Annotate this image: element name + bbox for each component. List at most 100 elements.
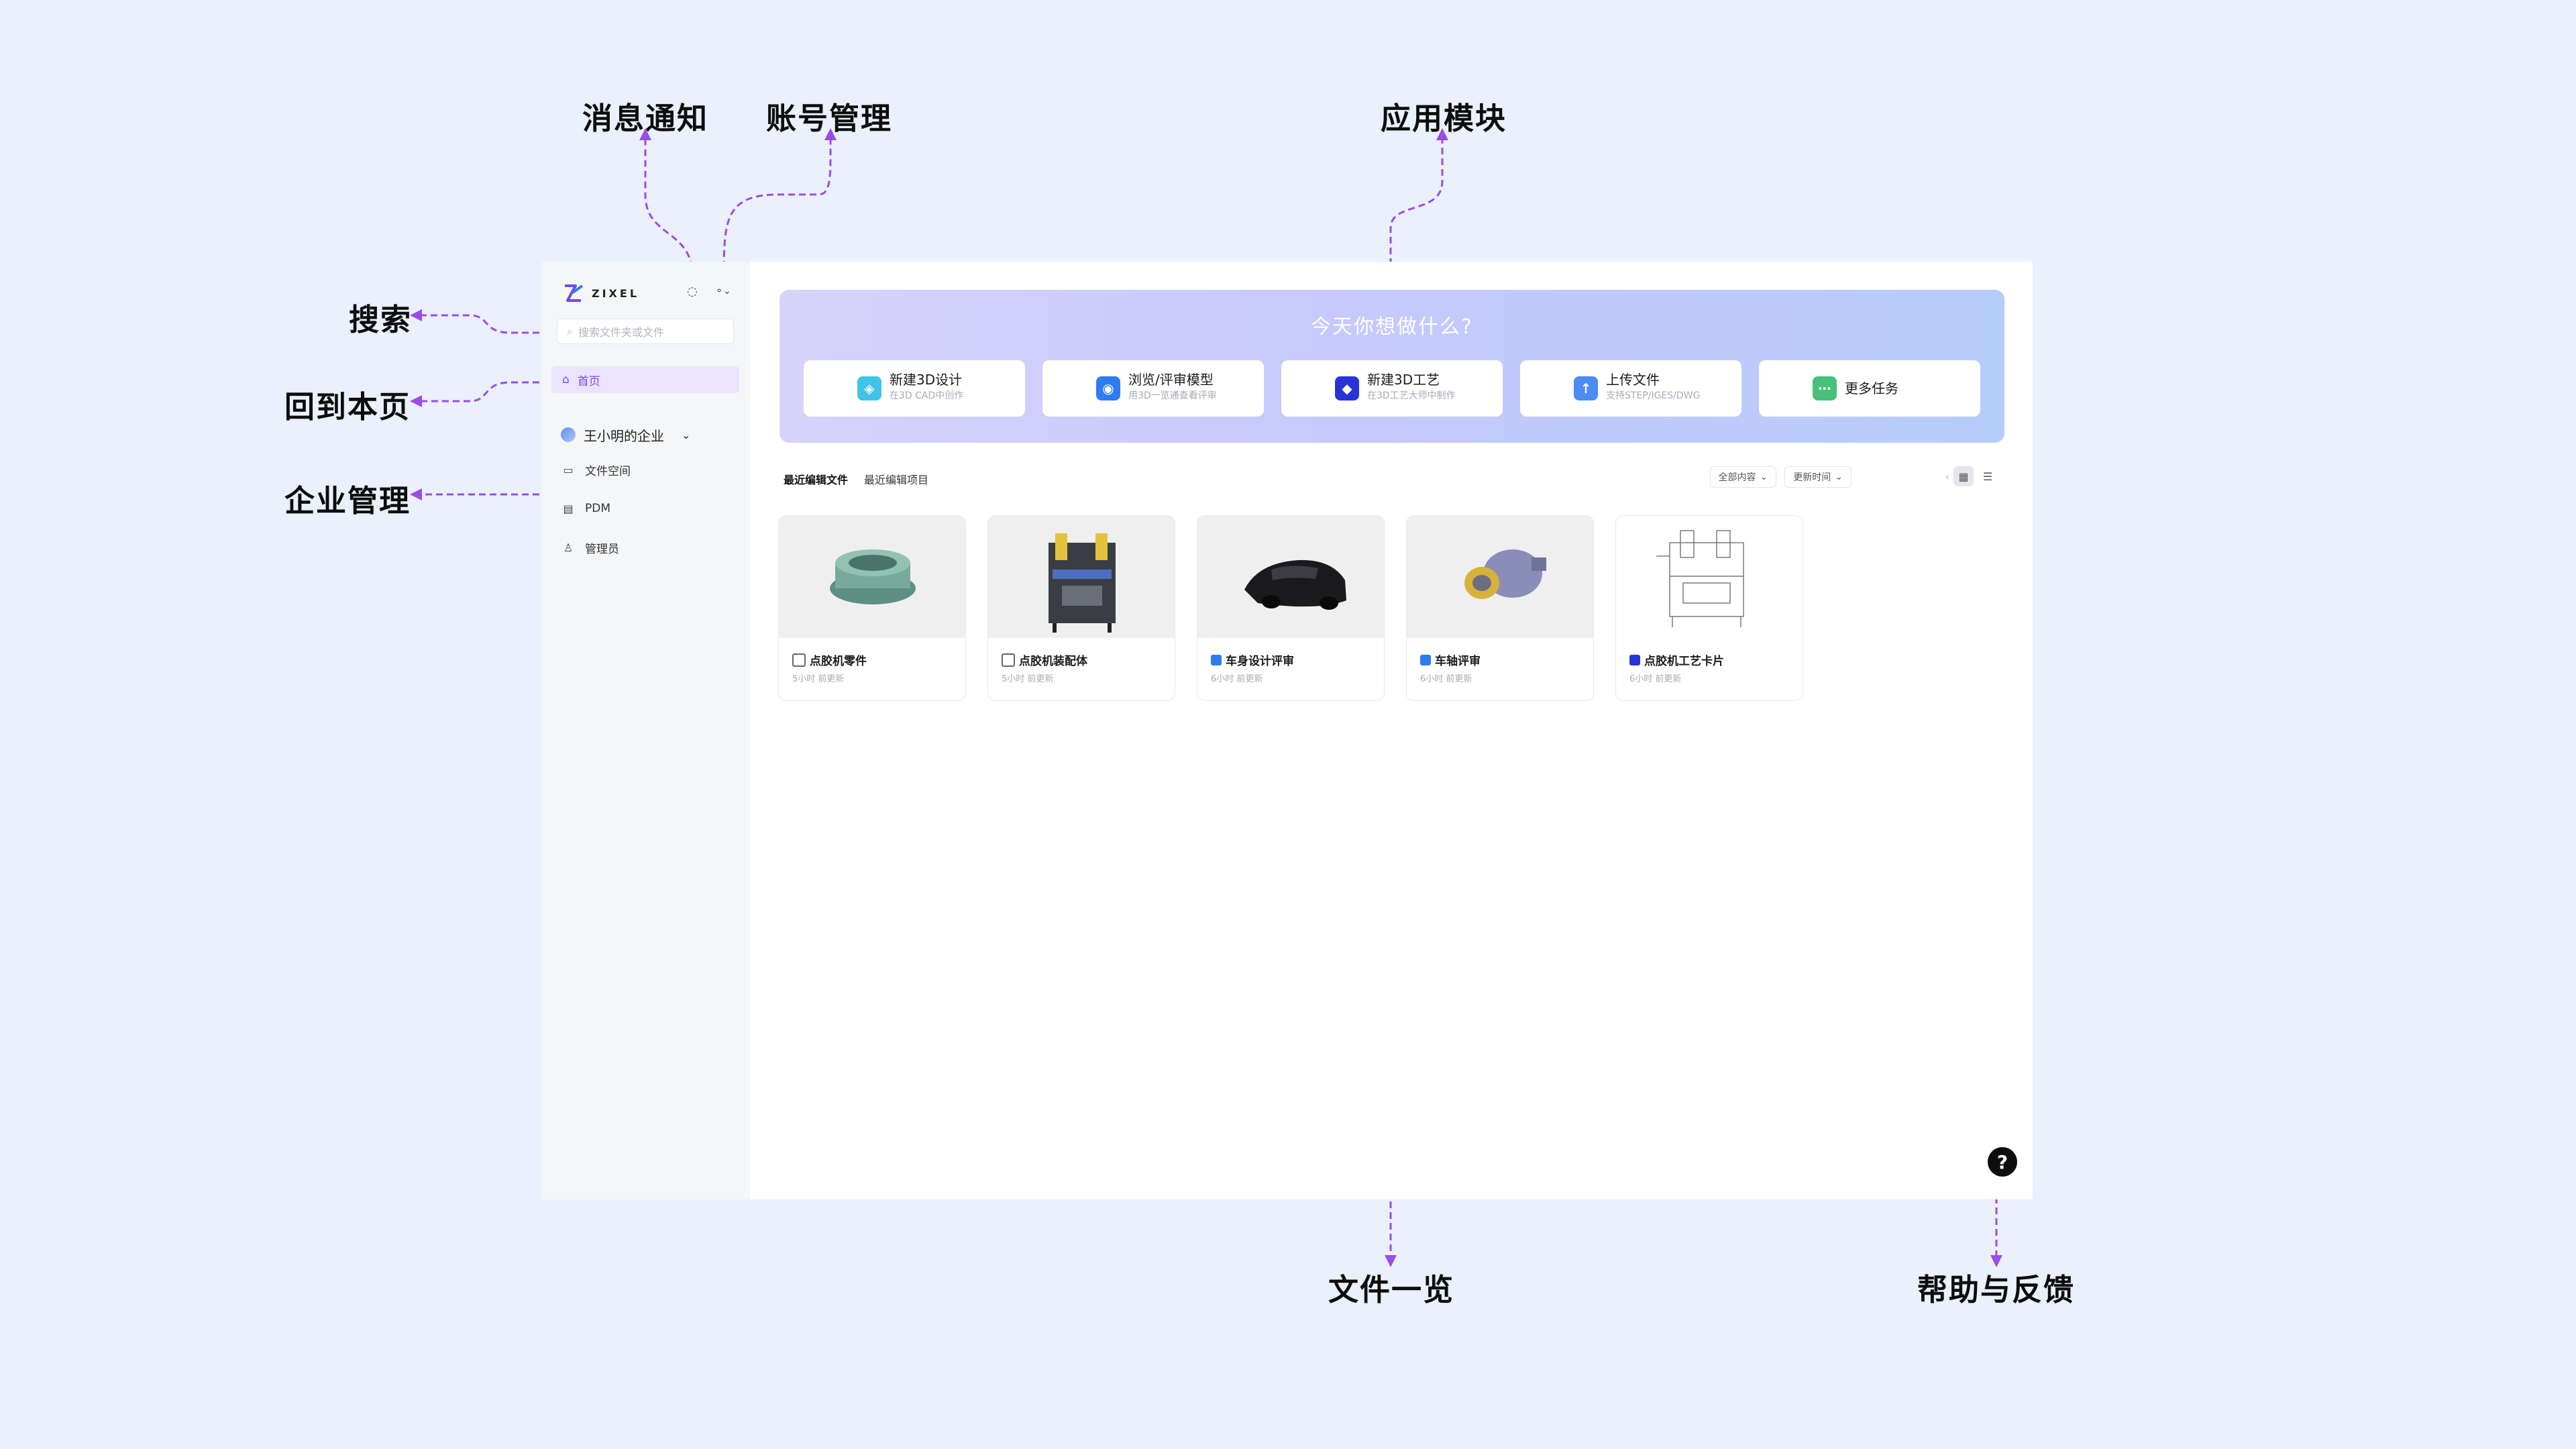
browse-review-card[interactable]: ◉ 浏览/评审模型 用3D一览通查看评审 bbox=[1042, 360, 1264, 417]
process-file-icon bbox=[1629, 654, 1640, 665]
avatar-menu-icon: ⚬⌄ bbox=[715, 286, 731, 297]
account-button[interactable]: ⚬⌄ bbox=[712, 280, 734, 302]
file-updated: 5小时 前更新 bbox=[792, 674, 845, 684]
card-title: 更多任务 bbox=[1845, 380, 1898, 396]
review-file-icon bbox=[1211, 654, 1222, 665]
time-sort-label: 更新时间 bbox=[1793, 472, 1831, 483]
document-icon: ▤ bbox=[563, 502, 574, 515]
card-title: 上传文件 bbox=[1606, 372, 1660, 388]
sidebar-item-admin[interactable]: ♙ 管理员 bbox=[551, 534, 739, 561]
more-tasks-card[interactable]: ⋯ 更多任务 bbox=[1759, 360, 1980, 417]
card-subtitle: 用3D一览通查看评审 bbox=[1128, 390, 1217, 401]
sidebar: ZIXEL ◌ ⚬⌄ ⌕ 搜索文件夹或文件 ⌂ 首页 王小明的企业 ⌄ ▭ 文件… bbox=[542, 262, 750, 1199]
banner-title: 今天你想做什么? bbox=[1311, 315, 1473, 339]
car-body-image bbox=[1244, 559, 1346, 610]
app-window: ZIXEL ◌ ⚬⌄ ⌕ 搜索文件夹或文件 ⌂ 首页 王小明的企业 ⌄ ▭ 文件… bbox=[542, 262, 2033, 1199]
folder-icon: ▭ bbox=[563, 463, 574, 476]
card-subtitle: 在3D工艺大师中制作 bbox=[1367, 390, 1456, 401]
file-thumbnail bbox=[988, 516, 1175, 638]
file-card[interactable]: 点胶机工艺卡片 6小时 前更新 bbox=[1615, 515, 1803, 701]
new-3d-design-card[interactable]: ◈ 新建3D设计 在3D CAD中创作 bbox=[804, 360, 1025, 417]
cube-icon: ◈ bbox=[857, 376, 881, 400]
file-thumbnail bbox=[1616, 516, 1803, 638]
content-filter-label: 全部内容 bbox=[1718, 472, 1756, 483]
process-card-drawing-image bbox=[1656, 530, 1744, 627]
file-thumbnail bbox=[1197, 516, 1384, 638]
sidebar-item-label: PDM bbox=[585, 502, 611, 515]
file-thumbnail bbox=[1407, 516, 1593, 638]
callout-help-feedback: 帮助与反馈 bbox=[1917, 1272, 2076, 1307]
upload-file-card[interactable]: ↑ 上传文件 支持STEP/IGES/DWG bbox=[1520, 360, 1741, 417]
file-updated: 6小时 前更新 bbox=[1211, 674, 1263, 684]
card-title: 新建3D设计 bbox=[890, 372, 963, 388]
sidebar-item-file-space[interactable]: ▭ 文件空间 bbox=[551, 456, 739, 483]
sidebar-item-pdm[interactable]: ▤ PDM bbox=[551, 495, 739, 522]
callout-search: 搜索 bbox=[349, 302, 413, 337]
callout-enterprise: 企业管理 bbox=[284, 483, 411, 519]
dispenser-assembly-image bbox=[1049, 533, 1116, 633]
grid-view-button[interactable]: ▦ bbox=[1953, 466, 1974, 486]
home-icon: ⌂ bbox=[562, 373, 570, 386]
card-title: 新建3D工艺 bbox=[1367, 372, 1440, 388]
callout-app-modules: 应用模块 bbox=[1381, 101, 1507, 136]
content-filter-select[interactable]: 全部内容 ⌄ bbox=[1709, 466, 1777, 488]
file-name: 车身设计评审 bbox=[1226, 655, 1294, 668]
logo[interactable]: ZIXEL bbox=[562, 282, 639, 305]
more-icon: ⋯ bbox=[1813, 376, 1837, 400]
callout-account: 账号管理 bbox=[766, 101, 893, 136]
file-grid: 点胶机零件 5小时 前更新 点胶机装配体 5小时 前更新 车身设计评审 6小时 … bbox=[778, 515, 1803, 701]
file-updated: 6小时 前更新 bbox=[1420, 674, 1472, 684]
file-thumbnail bbox=[779, 516, 965, 638]
callout-notifications: 消息通知 bbox=[582, 101, 709, 136]
view-toggle: ‹ ▦ ☰ bbox=[1945, 466, 1998, 486]
upload-icon: ↑ bbox=[1574, 376, 1598, 400]
list-view-button[interactable]: ☰ bbox=[1978, 466, 1998, 486]
callout-back-home: 回到本页 bbox=[284, 389, 411, 425]
card-subtitle: 支持STEP/IGES/DWG bbox=[1606, 390, 1701, 401]
sidebar-item-label: 文件空间 bbox=[585, 464, 631, 478]
file-card[interactable]: 点胶机装配体 5小时 前更新 bbox=[987, 515, 1175, 701]
file-card[interactable]: 点胶机零件 5小时 前更新 bbox=[778, 515, 966, 701]
recent-tabs: 最近编辑文件 最近编辑项目 bbox=[784, 471, 928, 487]
logo-text: ZIXEL bbox=[592, 286, 640, 300]
file-name: 点胶机零件 bbox=[810, 655, 867, 668]
list-icon: ☰ bbox=[1982, 470, 1993, 483]
file-card[interactable]: 车轴评审 6小时 前更新 bbox=[1406, 515, 1594, 701]
search-input[interactable]: ⌕ 搜索文件夹或文件 bbox=[557, 319, 734, 344]
chevron-down-icon: ⌄ bbox=[1835, 472, 1843, 482]
search-icon: ⌕ bbox=[567, 325, 573, 337]
file-name: 点胶机装配体 bbox=[1019, 655, 1087, 668]
grid-icon: ▦ bbox=[1958, 470, 1969, 483]
user-icon: ♙ bbox=[563, 541, 574, 554]
filters: 全部内容 ⌄ 更新时间 ⌄ bbox=[1709, 466, 1851, 488]
axle-image bbox=[1464, 549, 1546, 599]
enterprise-name: 王小明的企业 bbox=[584, 427, 664, 444]
sidebar-item-label: 首页 bbox=[577, 374, 600, 388]
enterprise-avatar bbox=[561, 427, 576, 442]
part-file-icon bbox=[792, 653, 806, 667]
chevron-left-icon[interactable]: ‹ bbox=[1945, 470, 1949, 483]
eye-cube-icon: ◉ bbox=[1096, 376, 1120, 400]
new-3d-process-card[interactable]: ◆ 新建3D工艺 在3D工艺大师中制作 bbox=[1281, 360, 1503, 417]
help-button[interactable]: ? bbox=[1988, 1147, 2017, 1177]
file-name: 车轴评审 bbox=[1435, 655, 1481, 668]
chevron-down-icon: ⌄ bbox=[682, 428, 691, 441]
flange-part-image bbox=[830, 549, 916, 604]
tab-recent-projects[interactable]: 最近编辑项目 bbox=[864, 471, 928, 487]
quick-actions-banner: 今天你想做什么? ◈ 新建3D设计 在3D CAD中创作 ◉ 浏览/评审模型 用… bbox=[780, 290, 2004, 443]
time-sort-select[interactable]: 更新时间 ⌄ bbox=[1784, 466, 1851, 488]
enterprise-switcher[interactable]: 王小明的企业 ⌄ bbox=[551, 421, 739, 448]
zixel-logo-icon bbox=[565, 284, 584, 302]
notification-button[interactable]: ◌ bbox=[682, 280, 703, 302]
tab-recent-files[interactable]: 最近编辑文件 bbox=[784, 471, 848, 487]
assembly-file-icon bbox=[1002, 653, 1015, 667]
file-updated: 5小时 前更新 bbox=[1002, 674, 1054, 684]
file-card[interactable]: 车身设计评审 6小时 前更新 bbox=[1197, 515, 1385, 701]
file-name: 点胶机工艺卡片 bbox=[1644, 655, 1724, 668]
sidebar-item-label: 管理员 bbox=[585, 542, 619, 556]
card-subtitle: 在3D CAD中创作 bbox=[890, 390, 964, 401]
bell-icon: ◌ bbox=[687, 284, 698, 299]
sidebar-item-home[interactable]: ⌂ 首页 bbox=[551, 366, 739, 393]
process-icon: ◆ bbox=[1335, 376, 1359, 400]
question-icon: ? bbox=[1996, 1150, 2008, 1173]
